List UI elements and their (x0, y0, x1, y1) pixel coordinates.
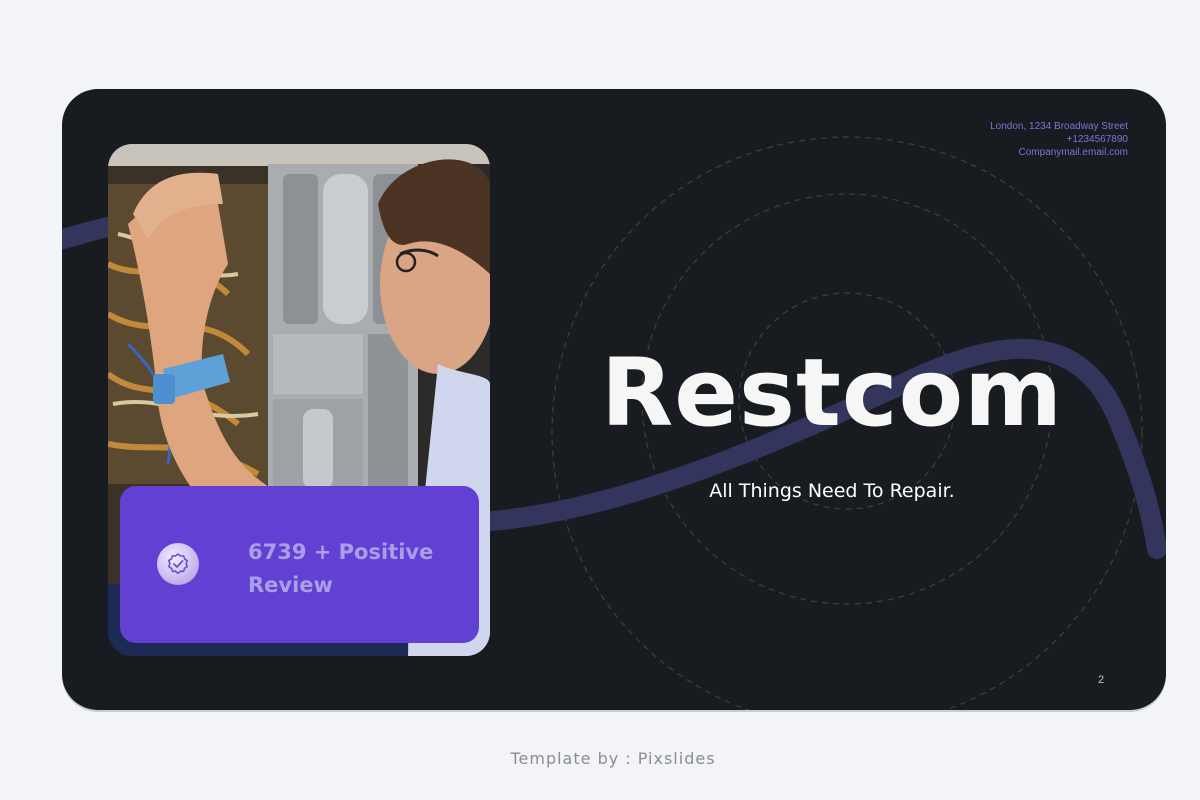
review-count-text: 6739 + Positive Review (248, 540, 434, 597)
contact-info: London, 1234 Broadway Street +1234567890… (990, 120, 1128, 159)
contact-email: Companymail.email.com (1018, 147, 1128, 158)
review-badge (157, 543, 199, 585)
template-credit: Template by : Pixslides (510, 749, 716, 768)
contact-address: London, 1234 Broadway Street (990, 121, 1128, 132)
slide-subtitle: All Things Need To Repair. (709, 480, 955, 502)
review-card: 6739 + Positive Review (120, 486, 479, 643)
page-number: 2 (1098, 674, 1105, 686)
slide-title: Restcom (600, 339, 1064, 448)
slide: 6739 + Positive Review London, 1234 Broa… (62, 89, 1166, 710)
contact-phone: +1234567890 (1066, 134, 1128, 145)
verified-check-icon (168, 553, 188, 574)
